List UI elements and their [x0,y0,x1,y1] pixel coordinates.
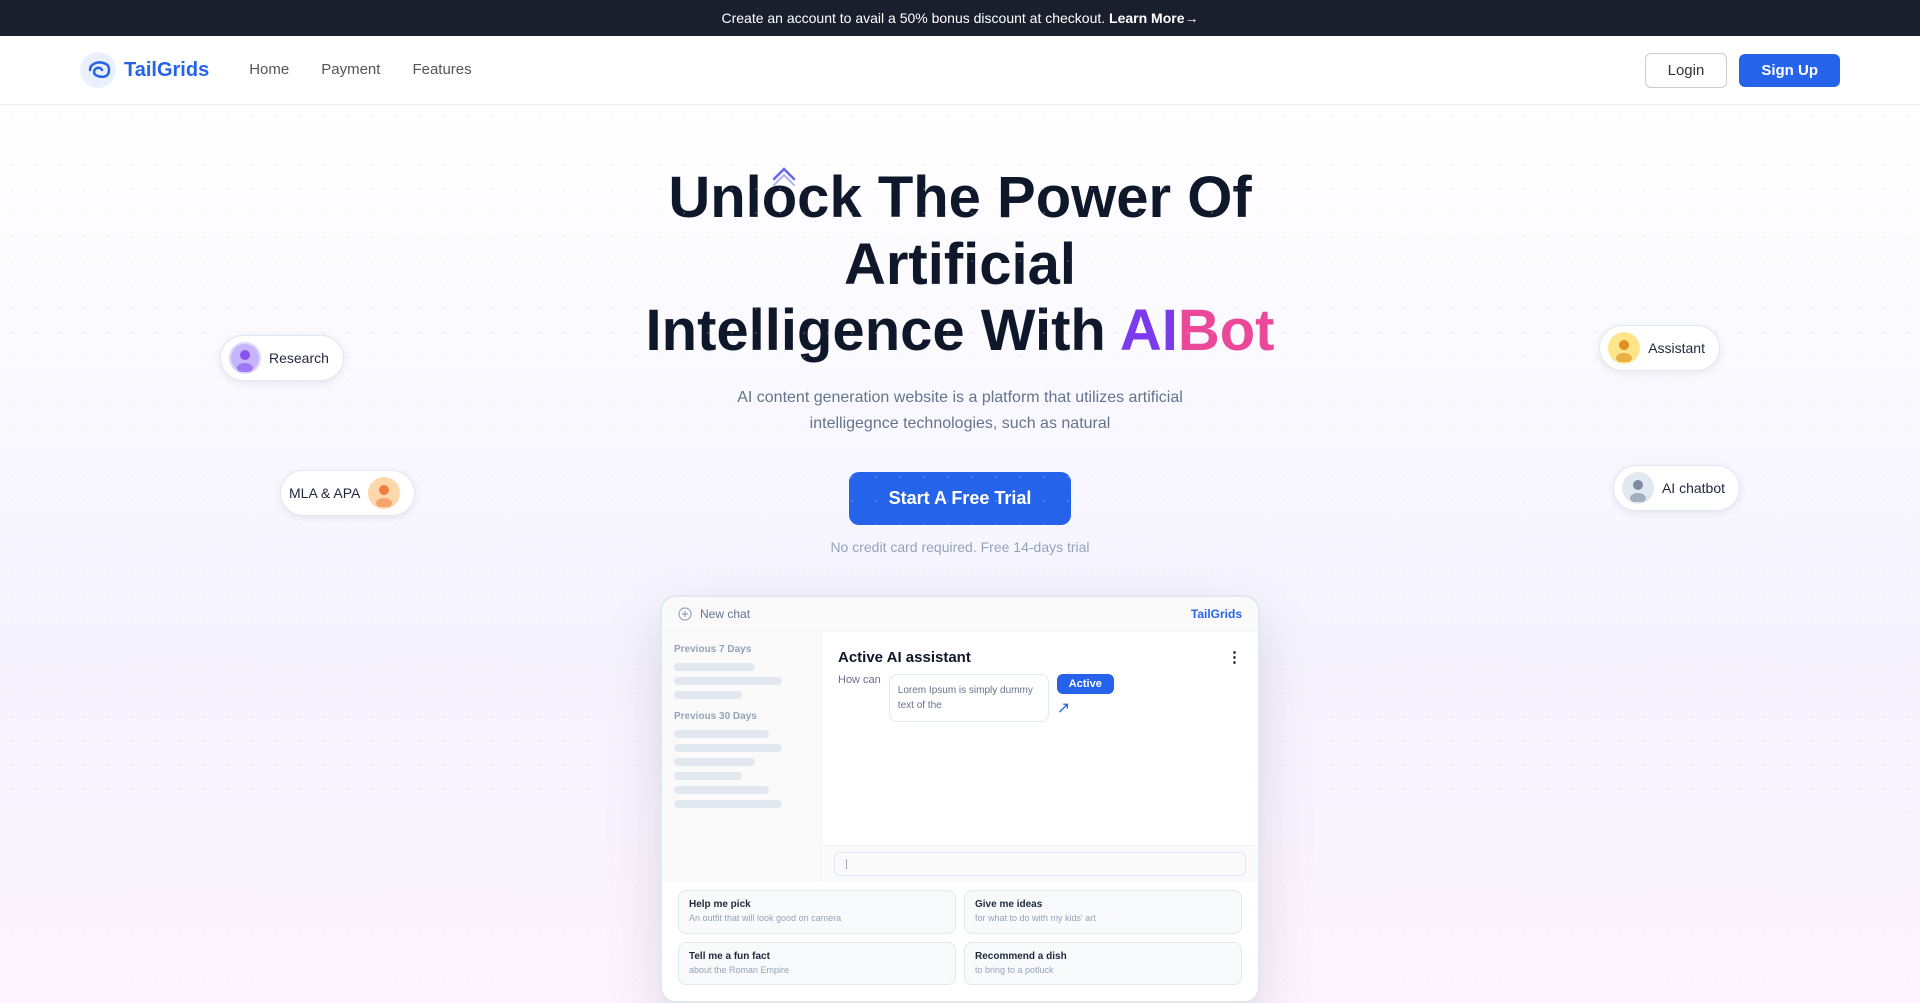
banner-text: Create an account to avail a 50% bonus d… [721,10,1105,26]
nav-home[interactable]: Home [249,61,289,78]
grid-card-sub-1: for what to do with my kids' art [975,912,1231,925]
sidebar-bar-3 [674,691,742,699]
mockup-sidebar: Previous 7 Days Previous 30 Days [662,632,822,882]
sidebar-label-1: Previous 7 Days [674,644,809,655]
cta-button[interactable]: Start A Free Trial [849,472,1072,525]
avatar-assistant [1608,332,1640,364]
chat-lorem-card: Lorem Ipsum is simply dummy text of the [889,674,1049,722]
sidebar-bar-1 [674,663,755,671]
sidebar-bar-9 [674,800,782,808]
sidebar-bar-7 [674,772,742,780]
nav-features[interactable]: Features [412,61,471,78]
navbar: TailGrids Home Payment Features Login Si… [0,36,1920,105]
active-button[interactable]: Active [1057,674,1114,694]
sidebar-bar-4 [674,730,769,738]
sparkle-icon [770,165,798,198]
nav-links: Home Payment Features [249,61,471,79]
logo-text: TailGrids [124,59,209,82]
headline-line2: Intelligence With [646,298,1120,363]
chat-how-can: How can [838,674,881,686]
headline-line1: Unlock The Power Of Artificial [668,165,1251,297]
mockup-topbar: New chat TailGrids [662,597,1258,632]
grid-card-title-1: Give me ideas [975,899,1231,910]
hero-headline: Unlock The Power Of Artificial Intellige… [610,165,1310,365]
topbar-brand: TailGrids [1191,607,1242,621]
nav-right: Login Sign Up [1645,53,1840,88]
mockup-frame: New chat TailGrids Previous 7 Days Previ… [660,595,1260,1003]
grid-card-1[interactable]: Give me ideas for what to do with my kid… [964,890,1242,934]
cursor-icon: ↗ [1057,698,1114,718]
top-banner: Create an account to avail a 50% bonus d… [0,0,1920,36]
headline-bot: Bot [1178,298,1275,363]
chat-dots-icon: ⋮ [1227,648,1242,666]
sidebar-spacer: Previous 30 Days [674,711,809,808]
grid-card-sub-2: about the Roman Empire [689,964,945,977]
chat-row: How can Lorem Ipsum is simply dummy text… [838,674,1242,722]
avatar-chatbot [1622,472,1654,504]
sidebar-bar-5 [674,744,782,752]
hero-section: Research MLA & APA Assistant [0,105,1920,1003]
grid-card-sub-0: An outfit that will look good on camera [689,912,945,925]
signup-button[interactable]: Sign Up [1739,54,1840,87]
badge-research-label: Research [269,350,329,366]
new-chat-icon [678,607,692,621]
badge-mla-label: MLA & APA [289,485,360,501]
sidebar-bar-8 [674,786,769,794]
avatar-mla [368,477,400,509]
mockup-input-area: | [822,845,1258,882]
mockup-topbar-left: New chat [678,607,750,621]
grid-card-sub-3: to bring to a potluck [975,964,1231,977]
chat-title: Active AI assistant ⋮ [838,648,1242,666]
badge-research: Research [220,335,344,381]
avatar-research [229,342,261,374]
banner-link[interactable]: Learn More→ [1109,10,1198,26]
grid-card-title-3: Recommend a dish [975,951,1231,962]
login-button[interactable]: Login [1645,53,1728,88]
nav-left: TailGrids Home Payment Features [80,52,472,88]
badge-mla: MLA & APA [280,470,415,516]
grid-card-title-0: Help me pick [689,899,945,910]
grid-card-3[interactable]: Recommend a dish to bring to a potluck [964,942,1242,986]
mockup-body: Previous 7 Days Previous 30 Days [662,632,1258,882]
sidebar-bar-2 [674,677,782,685]
mockup-main: Active AI assistant ⋮ How can Lorem Ipsu… [822,632,1258,882]
mockup-grid: Help me pick An outfit that will look go… [662,882,1258,1001]
hero-subtext: AI content generation website is a platf… [700,385,1220,436]
badge-chatbot-label: AI chatbot [1662,480,1725,496]
badge-assistant: Assistant [1599,325,1720,371]
cta-note: No credit card required. Free 14-days tr… [20,539,1900,555]
mockup-input[interactable]: | [834,852,1246,876]
grid-card-2[interactable]: Tell me a fun fact about the Roman Empir… [678,942,956,986]
mockup-container: New chat TailGrids Previous 7 Days Previ… [660,595,1260,1003]
topbar-new-chat: New chat [700,607,750,621]
headline-ai: AI [1120,298,1178,363]
badge-assistant-label: Assistant [1648,340,1705,356]
nav-payment[interactable]: Payment [321,61,380,78]
logo[interactable]: TailGrids [80,52,209,88]
grid-card-0[interactable]: Help me pick An outfit that will look go… [678,890,956,934]
logo-icon [80,52,116,88]
badge-chatbot: AI chatbot [1613,465,1740,511]
sidebar-bar-6 [674,758,755,766]
active-button-area: Active ↗ [1057,674,1114,718]
grid-card-title-2: Tell me a fun fact [689,951,945,962]
sidebar-label-2: Previous 30 Days [674,711,809,722]
